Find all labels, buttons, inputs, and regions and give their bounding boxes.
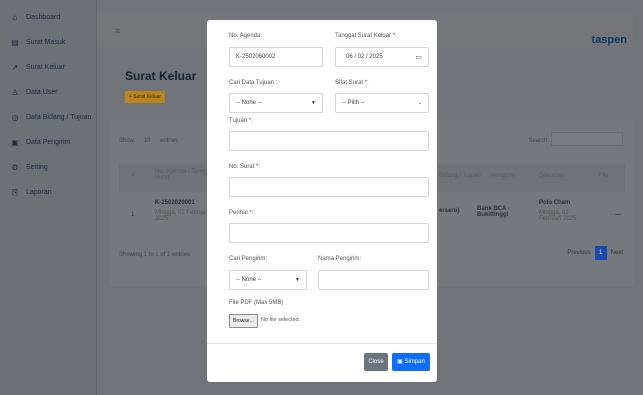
search-input[interactable] [551, 132, 623, 146]
sidebar-item-label: Surat Masuk [26, 39, 66, 46]
row-tanggal: Minggu, 02 Februari 2025 [155, 210, 209, 222]
file-label: File PDF (Max 5MB) [229, 300, 284, 306]
sidebar-item-surat-keluar[interactable]: ➚ Surat Keluar [0, 55, 96, 80]
pagination: Previous 1 Next [567, 246, 623, 260]
col-file[interactable]: File [599, 173, 609, 179]
chevron-down-icon: ▼ [311, 100, 316, 106]
modal-footer-divider [207, 343, 437, 344]
sidebar-item-label: Surat Keluar [26, 64, 65, 71]
col-no[interactable]: # [131, 173, 134, 179]
row-tujuan: ersero) [439, 208, 460, 214]
inbox-icon: ▤ [11, 38, 19, 47]
show-label: Show [119, 138, 135, 144]
agenda-input[interactable]: K-2502060002 [229, 47, 323, 67]
sidebar-item-data-pengirim[interactable]: ▣ Data Pengirim [0, 130, 96, 155]
add-surat-keluar-modal: No. Agenda: K-2502060002 Tanggal Surat K… [207, 20, 437, 382]
row-agenda: K-2502020001 [155, 200, 195, 206]
cari-tujuan-value: -- None -- [236, 100, 262, 106]
save-icon: ▣ [397, 359, 403, 365]
col-dokumen[interactable]: Dokumen [539, 173, 565, 179]
nama-pengirim-label: Nama Pengirim: [318, 256, 362, 262]
sifat-value: -- Pilih -- [342, 100, 365, 106]
sifat-select[interactable]: -- Pilih -- ⌄ [335, 93, 429, 113]
save-button[interactable]: ▣ Simpan [392, 353, 430, 371]
cari-pengirim-label: Cari Pengirim: [229, 256, 268, 262]
pagination-page-1[interactable]: 1 [594, 246, 607, 260]
calendar-icon[interactable]: ▭ [415, 53, 422, 61]
cari-tujuan-label: Cari Data Tujuan : [229, 80, 278, 86]
cari-pengirim-value: -- None -- [236, 277, 262, 283]
brand-logo: taspen [591, 34, 627, 46]
add-surat-keluar-button[interactable]: + Surat Keluar [125, 91, 166, 103]
sidebar-menu: ⌂ Dashboard ▤ Surat Masuk ➚ Surat Keluar ♙ Data… [0, 0, 96, 205]
agenda-value: K-2502060002 [236, 54, 276, 60]
sidebar-item-setting[interactable]: ⚙ Setting [0, 155, 96, 180]
user-icon: ♙ [11, 88, 19, 97]
row-dokumen: Polo Cham [539, 200, 571, 206]
row-file[interactable]: — [615, 212, 621, 218]
sidebar-item-laporan[interactable]: ⎘ Laporan [0, 180, 96, 205]
sidebar-item-label: Data Pengirim [26, 139, 71, 146]
perihal-input[interactable] [229, 223, 429, 243]
sidebar-item-dashboard[interactable]: ⌂ Dashboard [0, 5, 96, 30]
entries-label: entries [160, 138, 179, 144]
id-card-icon: ▣ [11, 138, 19, 147]
gear-icon: ⚙ [11, 163, 19, 172]
col-pengirim[interactable]: Pengirim [491, 173, 515, 179]
col-tujuan[interactable]: Bidang / Tujuan [439, 173, 481, 179]
sidebar-item-data-bidang-tujuan[interactable]: ◎ Data Bidang / Tujuan [0, 105, 96, 130]
building-icon: ◎ [11, 113, 19, 122]
page-title: Surat Keluar [125, 69, 197, 83]
nama-pengirim-input[interactable] [318, 270, 429, 290]
tujuan-label: Tujuan *: [229, 118, 253, 124]
close-button[interactable]: Close [364, 353, 388, 371]
chevron-down-icon: ⌄ [417, 100, 422, 106]
sidebar-item-data-user[interactable]: ♙ Data User [0, 80, 96, 105]
showing-info: Showing 1 to 1 of 1 entries [119, 252, 191, 258]
chevron-down-icon: ▼ [295, 277, 300, 283]
row-no: 1 [131, 212, 135, 218]
save-label: Simpan [404, 359, 425, 365]
sidebar-item-label: Laporan [26, 189, 52, 196]
col-agenda[interactable]: No. Agenda / Tanggal Surat [155, 169, 215, 181]
sidebar-item-label: Data Bidang / Tujuan [26, 114, 92, 121]
entries-selector[interactable]: Show 10 entries [119, 138, 178, 144]
sidebar-item-surat-masuk[interactable]: ▤ Surat Masuk [0, 30, 96, 55]
send-icon: ➚ [11, 63, 19, 72]
tanggal-date-input[interactable]: 06 / 02 / 2025 ▭ [335, 47, 429, 67]
sidebar: ⌂ Dashboard ▤ Surat Masuk ➚ Surat Keluar ♙ Data… [0, 0, 97, 395]
cari-pengirim-select[interactable]: -- None -- ▼ [229, 270, 307, 290]
agenda-label: No. Agenda: [229, 33, 263, 39]
sifat-label: Sifat Surat *: [335, 80, 369, 86]
pagination-previous[interactable]: Previous [567, 250, 590, 256]
no-surat-label: No. Surat *: [229, 164, 261, 170]
tanggal-value: 06 / 02 / 2025 [346, 54, 383, 60]
menu-toggle-icon[interactable]: ≡ [115, 26, 120, 36]
row-dokumen-date: Minggu, 02 Februari 2025 [539, 210, 577, 222]
entries-select[interactable]: 10 [144, 138, 151, 144]
file-status: No file selected. [261, 317, 301, 323]
tujuan-input[interactable] [229, 131, 429, 151]
tanggal-label: Tanggal Surat Keluar *: [335, 33, 397, 39]
home-icon: ⌂ [12, 13, 18, 22]
pagination-next[interactable]: Next [611, 250, 623, 256]
report-icon: ⎘ [11, 187, 19, 197]
perihal-label: Perihal *: [229, 210, 254, 216]
browse-button[interactable]: Browse... [229, 314, 258, 328]
sidebar-item-label: Dashboard [26, 14, 61, 21]
no-surat-input[interactable] [229, 177, 429, 197]
sidebar-item-label: Setting [26, 164, 48, 171]
search-label: Search: [528, 138, 549, 144]
cari-tujuan-select[interactable]: -- None -- ▼ [229, 93, 323, 113]
sidebar-item-label: Data User [26, 89, 58, 96]
row-pengirim: Bank BCA - Bukittinggi [477, 206, 510, 218]
